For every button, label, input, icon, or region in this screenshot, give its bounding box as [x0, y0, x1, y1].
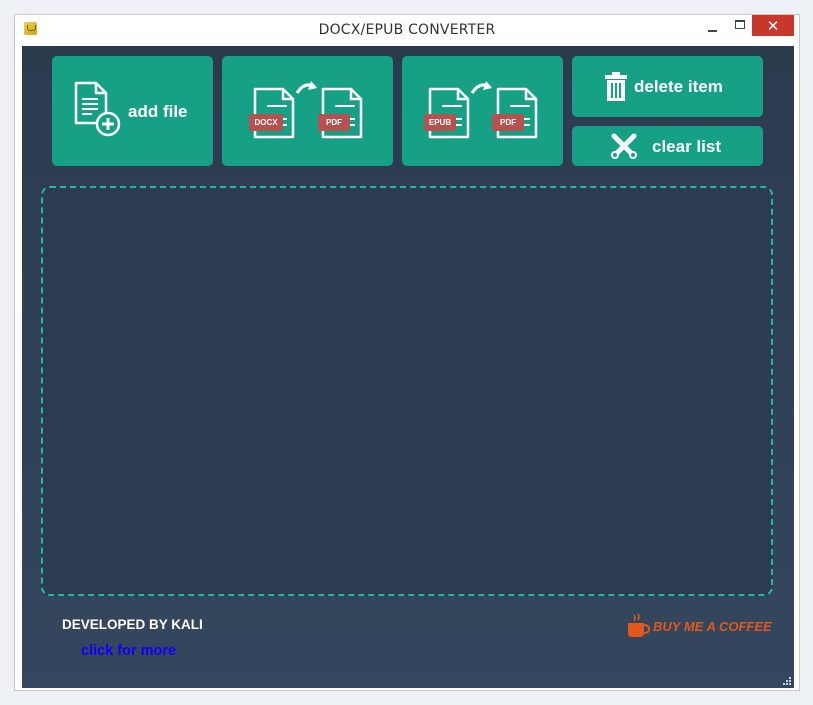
epub-to-pdf-button[interactable]: EPUB PDF [402, 56, 563, 166]
window-title: DOCX/EPUB CONVERTER [318, 22, 496, 38]
buy-me-a-coffee-link[interactable]: BUY ME A COFFEE [627, 612, 772, 640]
add-file-label: add file [128, 102, 188, 121]
docx-badge: DOCX [249, 114, 283, 131]
file-plus-icon [74, 81, 121, 137]
trash-icon [605, 72, 627, 101]
add-file-button[interactable]: add file [52, 56, 213, 166]
clear-x-icon [611, 133, 637, 159]
minimize-button[interactable] [698, 15, 726, 36]
title-bar[interactable]: DOCX/EPUB CONVERTER ✕ [15, 15, 799, 45]
file-list-drop-zone[interactable] [41, 186, 773, 596]
coffee-cup-icon [628, 613, 651, 637]
pdf-badge: PDF [318, 114, 350, 131]
delete-item-label: delete item [634, 77, 723, 96]
maximize-icon [735, 20, 745, 29]
maximize-button[interactable] [726, 15, 754, 36]
close-button[interactable]: ✕ [752, 15, 794, 36]
more-link[interactable]: click for more [81, 643, 176, 659]
epub-badge: EPUB [424, 114, 456, 131]
resize-grip-icon[interactable] [783, 677, 792, 686]
close-icon: ✕ [766, 16, 780, 35]
app-window: DOCX/EPUB CONVERTER ✕ add file DOCX PDF … [14, 14, 800, 691]
minimize-icon [707, 29, 717, 32]
coffee-text: BUY ME A COFFEE [653, 618, 772, 634]
developer-credit: DEVELOPED BY KALI [62, 617, 203, 632]
delete-item-button[interactable]: delete item [572, 56, 763, 117]
docx-to-pdf-button[interactable]: DOCX PDF [222, 56, 393, 166]
clear-list-label: clear list [652, 137, 721, 156]
clear-list-button[interactable]: clear list [572, 126, 763, 166]
main-panel: add file DOCX PDF EPUB PDF delete item c… [22, 46, 794, 688]
pdf-badge: PDF [492, 114, 524, 131]
